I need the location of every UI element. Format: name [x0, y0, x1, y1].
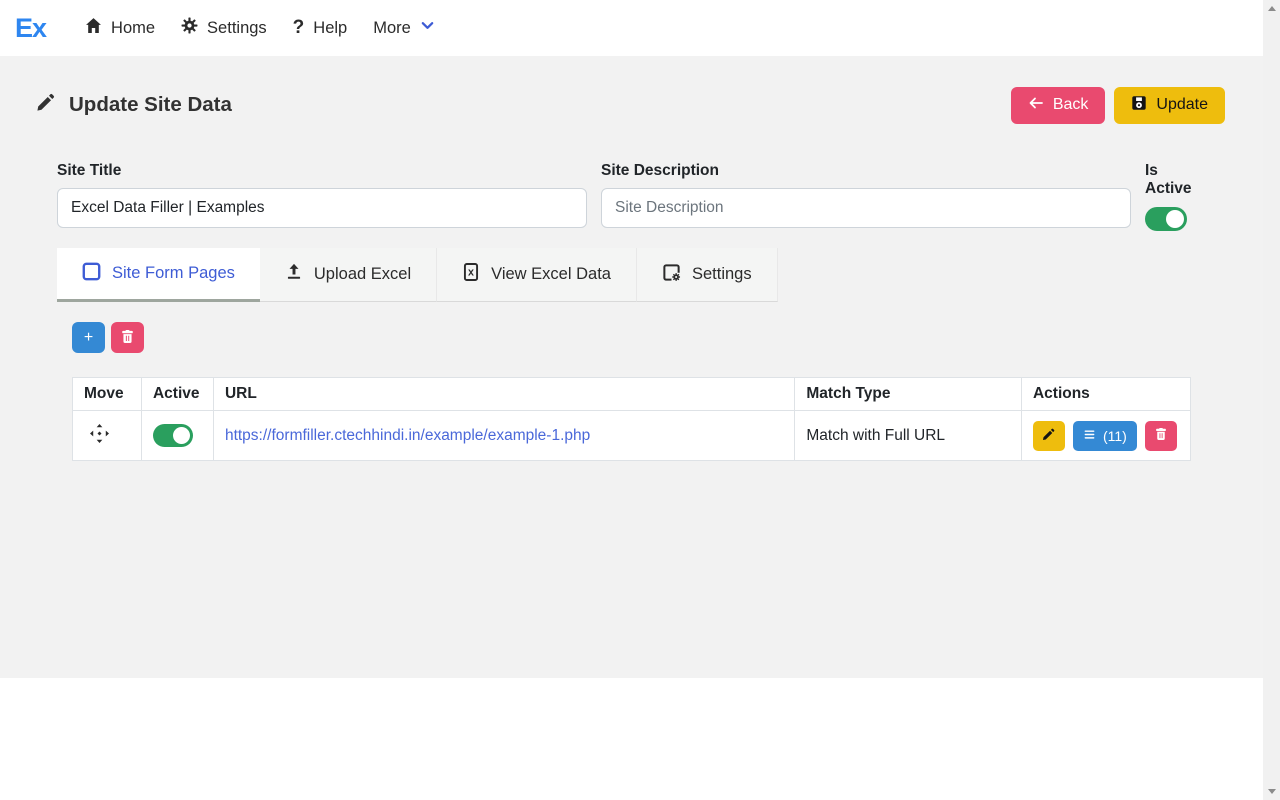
site-description-input[interactable]: [601, 188, 1131, 228]
column-header-url: URL: [213, 378, 794, 411]
plus-icon: +: [84, 329, 93, 347]
page-title: Update Site Data: [36, 93, 232, 118]
tab-label: Site Form Pages: [112, 264, 235, 283]
tab-label: View Excel Data: [491, 265, 611, 284]
tab-view-excel-data[interactable]: x View Excel Data: [437, 248, 637, 302]
add-page-button[interactable]: +: [72, 322, 105, 353]
trash-icon: [121, 330, 134, 346]
nav-item-home[interactable]: Home: [72, 11, 168, 45]
row-actions: (11): [1033, 421, 1179, 451]
site-title-label: Site Title: [57, 162, 587, 180]
tab-settings[interactable]: Settings: [637, 248, 778, 302]
top-navbar: Ex Home: [0, 0, 1263, 56]
pages-table: Move Active URL Match Type Actions: [72, 377, 1191, 461]
page-title-text: Update Site Data: [69, 93, 232, 117]
site-description-label: Site Description: [601, 162, 1131, 180]
triangle-up-icon: [1268, 6, 1276, 11]
row-active-toggle[interactable]: [153, 424, 193, 447]
pages-toolbar: +: [72, 322, 1191, 353]
back-button-label: Back: [1053, 96, 1089, 114]
move-handle[interactable]: [90, 424, 109, 443]
pencil-icon: [36, 93, 55, 118]
delete-pages-button[interactable]: [111, 322, 144, 353]
nav-item-label: Settings: [207, 19, 267, 38]
is-active-toggle[interactable]: [1145, 207, 1187, 231]
match-type-value: Match with Full URL: [806, 427, 945, 444]
home-icon: [85, 17, 102, 39]
table-row: https://formfiller.ctechhindi.in/example…: [73, 411, 1191, 461]
gear-icon: [181, 17, 198, 39]
window-icon: [82, 262, 101, 286]
scroll-down-arrow[interactable]: [1263, 783, 1280, 800]
page-url-link[interactable]: https://formfiller.ctechhindi.in/example…: [225, 427, 590, 444]
tab-site-form-pages[interactable]: Site Form Pages: [57, 248, 260, 302]
update-button-label: Update: [1156, 96, 1208, 114]
page: Ex Home: [0, 0, 1263, 800]
site-form: Site Title Site Description Is Active: [57, 162, 1207, 231]
tab-upload-excel[interactable]: Upload Excel: [260, 248, 437, 302]
nav-item-help[interactable]: ? Help: [280, 11, 361, 45]
page-bottom-area: [0, 678, 1263, 800]
tab-bar: Site Form Pages Upload Excel x View Exce…: [57, 248, 1263, 302]
column-header-active: Active: [141, 378, 213, 411]
content-section: Update Site Data Back: [0, 56, 1263, 678]
back-button[interactable]: Back: [1011, 87, 1106, 124]
header-buttons: Back Update: [1011, 87, 1225, 124]
scrollbar[interactable]: [1263, 0, 1280, 800]
pencil-icon: [1042, 428, 1055, 444]
arrow-left-icon: [1028, 95, 1044, 116]
fields-count: (11): [1103, 428, 1127, 444]
nav-item-label: More: [373, 19, 411, 38]
is-active-label: Is Active: [1145, 162, 1207, 198]
app-logo[interactable]: Ex: [15, 13, 46, 44]
tab-label: Upload Excel: [314, 265, 411, 284]
table-header-row: Move Active URL Match Type Actions: [73, 378, 1191, 411]
save-icon: [1131, 95, 1147, 116]
trash-icon: [1155, 428, 1167, 443]
site-title-field-group: Site Title: [57, 162, 587, 231]
tab-label: Settings: [692, 265, 752, 284]
app-window: Ex Home: [0, 0, 1280, 800]
list-icon: [1083, 428, 1096, 444]
nav-item-settings[interactable]: Settings: [168, 11, 280, 45]
column-header-move: Move: [73, 378, 142, 411]
upload-icon: [285, 263, 303, 286]
nav-item-label: Home: [111, 19, 155, 38]
toggle-knob: [173, 427, 190, 444]
svg-text:x: x: [468, 267, 474, 279]
chevron-down-icon: [420, 18, 435, 38]
scroll-up-arrow[interactable]: [1263, 0, 1280, 17]
delete-page-button[interactable]: [1145, 421, 1177, 451]
is-active-field-group: Is Active: [1145, 162, 1207, 231]
update-button[interactable]: Update: [1114, 87, 1225, 124]
page-header-row: Update Site Data Back: [36, 86, 1225, 124]
nav-item-more[interactable]: More: [360, 12, 448, 44]
window-gear-icon: [662, 263, 681, 287]
tab-content: + Move Active: [72, 322, 1191, 461]
triangle-down-icon: [1268, 789, 1276, 794]
toggle-knob: [1166, 210, 1184, 228]
file-excel-icon: x: [462, 263, 480, 286]
fields-list-button[interactable]: (11): [1073, 421, 1137, 451]
column-header-match-type: Match Type: [795, 378, 1022, 411]
site-description-field-group: Site Description: [601, 162, 1131, 231]
site-title-input[interactable]: [57, 188, 587, 228]
edit-page-button[interactable]: [1033, 421, 1065, 451]
question-icon: ?: [293, 17, 305, 39]
nav-item-label: Help: [313, 19, 347, 38]
column-header-actions: Actions: [1021, 378, 1190, 411]
